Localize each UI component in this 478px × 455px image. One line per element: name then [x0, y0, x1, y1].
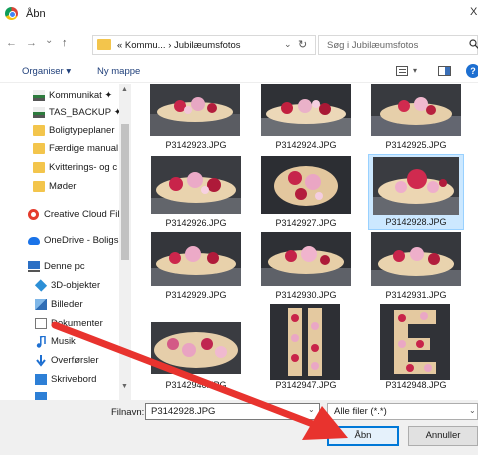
file-tile[interactable]: P3142930.JPG	[258, 232, 354, 308]
view-options-icon[interactable]	[396, 66, 408, 76]
refresh-icon[interactable]: ↻	[298, 38, 307, 51]
close-icon[interactable]: X	[470, 6, 477, 18]
file-name: P3142931.JPG	[385, 290, 447, 300]
search-placeholder: Søg i Jubilæumsfotos	[327, 40, 419, 51]
pictures-icon	[35, 299, 47, 310]
window-title: Åbn	[26, 8, 46, 20]
view-chevron-icon[interactable]: ▾	[413, 66, 417, 75]
folder-icon	[97, 39, 111, 50]
folder-icon	[33, 125, 45, 136]
filename-label: Filnavn:	[111, 407, 145, 418]
folder-icon	[33, 181, 45, 192]
file-name: P3142947.JPG	[275, 380, 337, 390]
file-grid: P3142923.JPG P3142924.JPG P3142925.JPG P…	[134, 84, 478, 400]
file-name: P3142948.JPG	[385, 380, 447, 390]
file-name: P3142927.JPG	[275, 218, 337, 228]
file-tile[interactable]: P3142946.JPG	[148, 312, 244, 392]
forward-arrow-icon[interactable]: →	[26, 37, 37, 49]
file-type-value: Alle filer (*.*)	[334, 406, 387, 417]
file-tile[interactable]: P3142924.JPG	[258, 84, 354, 160]
cube-icon	[34, 279, 48, 292]
chrome-icon	[5, 7, 18, 20]
file-type-select[interactable]: Alle filer (*.*) ⌄	[327, 403, 478, 420]
file-name: P3142930.JPG	[275, 290, 337, 300]
file-thumbnail	[270, 304, 340, 380]
file-tile[interactable]: P3142927.JPG	[258, 156, 354, 232]
filename-value: P3142928.JPG	[151, 406, 216, 417]
preview-pane-icon[interactable]	[438, 66, 451, 76]
file-thumbnail	[371, 232, 461, 286]
chevron-down-icon[interactable]: ⌄	[284, 39, 292, 50]
file-thumbnail	[151, 232, 241, 286]
file-tile[interactable]: P3142947.JPG	[258, 304, 354, 392]
documents-icon	[35, 318, 47, 329]
file-name: P3142929.JPG	[165, 290, 227, 300]
file-tile[interactable]: P3142925.JPG	[368, 84, 464, 160]
breadcrumb[interactable]: « Kommu... › Jubilæumsfotos	[117, 40, 241, 51]
file-name: P3142925.JPG	[385, 140, 447, 150]
search-input[interactable]: Søg i Jubilæumsfotos	[318, 35, 478, 55]
title-bar	[0, 0, 478, 28]
drive-icon	[35, 392, 47, 400]
file-name: P3142924.JPG	[275, 140, 337, 150]
back-arrow-icon[interactable]: ←	[6, 37, 17, 49]
up-arrow-icon[interactable]: ↑	[62, 37, 68, 49]
onedrive-icon	[28, 237, 40, 245]
file-name: P3142928.JPG	[385, 217, 447, 227]
file-tile[interactable]: P3142931.JPG	[368, 232, 464, 308]
history-chevron-icon[interactable]: ⌄	[45, 35, 53, 46]
file-thumbnail	[261, 84, 351, 136]
file-thumbnail	[151, 156, 241, 214]
network-drive-icon	[33, 107, 45, 118]
file-thumbnail	[151, 322, 241, 374]
creative-cloud-icon	[28, 209, 39, 220]
file-tile[interactable]: P3142929.JPG	[148, 232, 244, 308]
file-thumbnail	[373, 157, 459, 215]
sidebar-scroll-thumb[interactable]	[121, 124, 129, 260]
music-icon	[35, 335, 47, 348]
chevron-down-icon[interactable]: ⌄	[308, 405, 315, 414]
file-tile[interactable]: P3142923.JPG	[148, 84, 244, 160]
desktop-icon	[35, 374, 47, 385]
address-bar[interactable]: « Kommu... › Jubilæumsfotos ⌄ ↻	[92, 35, 316, 55]
chevron-down-icon[interactable]: ⌄	[469, 406, 476, 415]
file-tile[interactable]: P3142926.JPG	[148, 156, 244, 232]
file-name: P3142946.JPG	[165, 380, 227, 390]
file-thumbnail	[261, 156, 351, 214]
navigation-pane: Kommunikat ✦ TAS_BACKUP ✦ Boligtypeplane…	[0, 84, 132, 400]
file-thumbnail	[380, 304, 450, 380]
cancel-button[interactable]: Annuller	[408, 426, 478, 446]
organise-menu-button[interactable]: Organiser ▾	[22, 66, 71, 77]
help-icon[interactable]: ?	[466, 64, 478, 78]
open-button[interactable]: Åbn	[327, 426, 399, 446]
search-icon[interactable]	[469, 39, 478, 49]
scroll-down-icon[interactable]: ▼	[121, 383, 128, 390]
file-tile[interactable]: P3142948.JPG	[368, 304, 464, 392]
folder-icon	[33, 162, 45, 173]
computer-icon	[28, 261, 40, 272]
file-tile-selected[interactable]: P3142928.JPG	[368, 154, 464, 230]
file-name: P3142926.JPG	[165, 218, 227, 228]
download-icon	[35, 355, 47, 367]
file-thumbnail	[371, 84, 461, 136]
file-thumbnail	[261, 232, 351, 286]
new-folder-button[interactable]: Ny mappe	[97, 66, 140, 77]
folder-icon	[33, 143, 45, 154]
network-drive-icon	[33, 90, 45, 101]
scroll-up-icon[interactable]: ▲	[121, 86, 128, 93]
file-thumbnail	[150, 84, 240, 136]
file-name: P3142923.JPG	[165, 140, 227, 150]
filename-input[interactable]: P3142928.JPG	[145, 403, 320, 420]
